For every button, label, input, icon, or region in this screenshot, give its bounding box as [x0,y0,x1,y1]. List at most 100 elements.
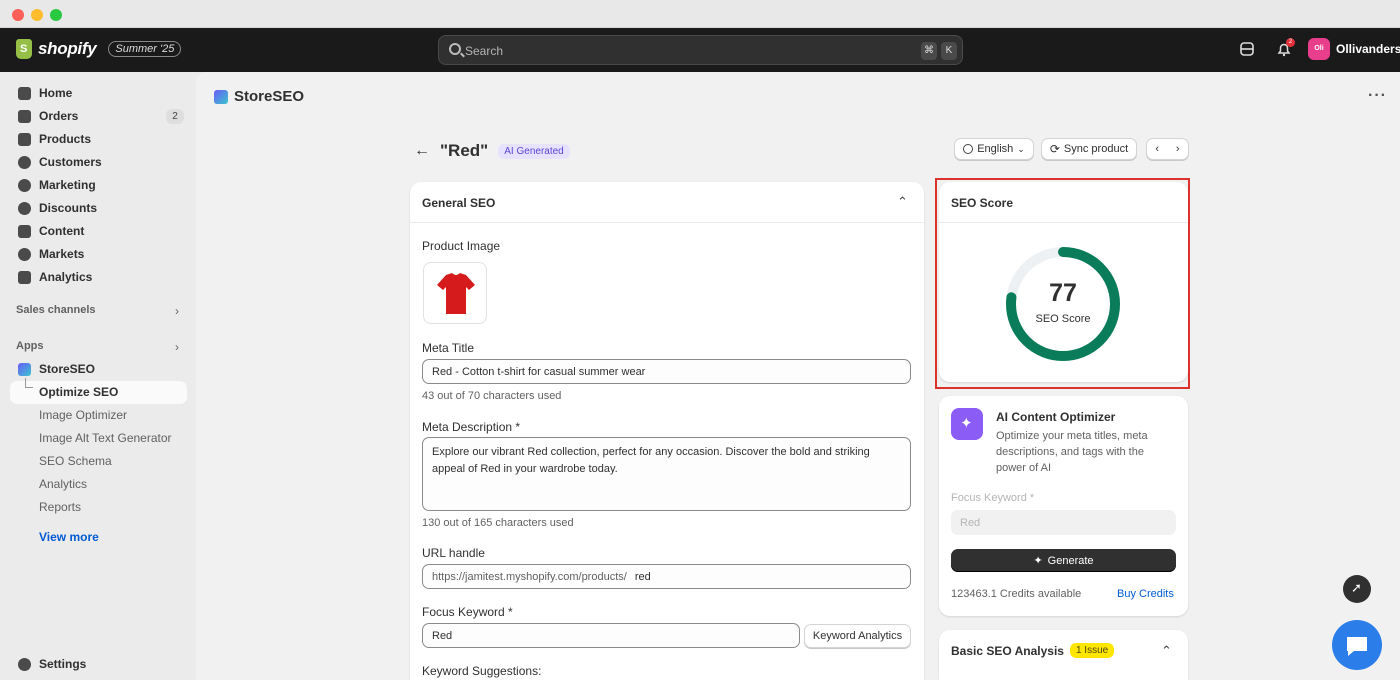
language-label: English [977,143,1014,155]
search-icon [449,43,461,55]
maximize-window-button[interactable] [50,9,62,21]
basic-seo-analysis-header[interactable]: Basic SEO Analysis 1 Issue [951,643,1115,658]
shopify-bag-icon [16,39,32,59]
previous-arrow-icon[interactable]: ‹ [1155,143,1159,155]
storeseo-app-icon [18,362,31,376]
ai-focus-keyword-input[interactable]: Red [951,510,1176,535]
search-input[interactable]: Search ⌘ K [438,35,963,65]
edition-badge: Summer '25 [108,41,182,57]
bar-chart-icon [18,270,31,284]
apps-heading[interactable]: Apps [16,340,44,352]
product-thumbnail[interactable] [423,262,487,324]
shortcut-key-k: K [941,42,957,60]
globe-icon [18,247,31,261]
ai-generated-badge: AI Generated [498,143,570,159]
pagination-buttons: ‹ › [1146,138,1189,160]
chevron-right-icon[interactable]: › [175,340,179,354]
content-icon [18,224,31,238]
sidebar-item-orders[interactable]: Orders [18,109,78,123]
url-prefix: https://jamitest.myshopify.com/products/ [432,571,627,583]
sidebar-subitem-seo-schema[interactable]: SEO Schema [39,454,112,468]
buy-credits-link[interactable]: Buy Credits [1117,588,1174,600]
avatar: Oli [1308,38,1330,60]
chevron-right-icon[interactable]: › [175,304,179,318]
app-title: StoreSEO [214,88,304,105]
sales-channels-heading[interactable]: Sales channels [16,304,96,316]
sparkle-icon: ✦ [1033,555,1043,567]
sidebar-item-home[interactable]: Home [18,86,72,100]
app-title-text: StoreSEO [234,88,305,105]
chevron-up-icon[interactable]: ⌃ [897,194,908,210]
chevron-down-icon: ⌄ [1017,143,1025,154]
ai-optimizer-description: Optimize your meta titles, meta descript… [996,430,1148,474]
sidebar-item-markets[interactable]: Markets [18,247,84,261]
issue-badge: 1 Issue [1069,643,1115,658]
url-handle-label: URL handle [422,546,485,560]
close-window-button[interactable] [12,9,24,21]
chat-icon [1347,637,1367,656]
person-icon [18,155,31,169]
language-select[interactable]: English ⌄ [954,138,1034,160]
sidebar-item-content[interactable]: Content [18,224,84,238]
sidebar-item-label: Marketing [39,178,96,192]
general-seo-heading: General SEO [422,196,496,210]
sidebar-item-label: Content [39,224,85,238]
more-options-icon[interactable]: ··· [1368,87,1387,105]
next-arrow-icon[interactable]: › [1176,143,1180,155]
sidebar-item-label: Home [39,86,73,100]
focus-keyword-input[interactable]: Red [422,623,800,648]
storeseo-logo-icon [214,89,228,104]
brand-name: shopify [38,39,97,58]
sidebar-item-storeseo[interactable]: StoreSEO [18,362,95,376]
ai-optimizer-title: AI Content Optimizer [996,410,1116,424]
discount-icon [18,201,31,215]
page-title: "Red" [440,141,489,160]
meta-title-input[interactable]: Red - Cotton t-shirt for casual summer w… [422,359,911,384]
target-icon [18,178,31,192]
sidebar-subitem-optimize-seo[interactable]: Optimize SEO [39,385,118,399]
orders-icon [18,109,31,123]
rocket-help-button[interactable]: ➚ [1343,575,1371,603]
meta-title-char-count: 43 out of 70 characters used [422,390,562,402]
chat-button[interactable] [1332,620,1382,670]
notification-count: 2 [1286,38,1295,47]
sidebar-item-customers[interactable]: Customers [18,155,102,169]
sync-icon: ⟳ [1049,142,1060,156]
shortcut-key-cmd: ⌘ [921,42,937,60]
orders-count-badge: 2 [166,109,184,124]
sidebar-item-label: Markets [39,247,85,261]
chevron-up-icon[interactable]: ⌃ [1161,643,1172,659]
minimize-window-button[interactable] [31,9,43,21]
meta-title-label: Meta Title [422,341,475,355]
sidebar-subitem-alt-text-generator[interactable]: Image Alt Text Generator [39,431,172,445]
sidebar-subitem-reports[interactable]: Reports [39,500,81,514]
sidebar-item-marketing[interactable]: Marketing [18,178,96,192]
sidebar-subitem-image-optimizer[interactable]: Image Optimizer [39,408,127,422]
shopify-logo[interactable]: shopify Summer '25 [16,39,182,59]
url-handle-input[interactable]: https://jamitest.myshopify.com/products/… [422,564,911,589]
red-tshirt-icon [437,273,475,314]
sparkle-icon [951,408,983,440]
product-image-label: Product Image [422,239,501,253]
keyword-analytics-label: Keyword Analytics [812,630,903,642]
meta-description-char-count: 130 out of 165 characters used [422,517,574,529]
keyword-analytics-button[interactable]: Keyword Analytics [804,624,911,648]
back-arrow-icon[interactable]: ← [414,142,430,160]
database-icon[interactable] [1239,41,1255,57]
user-menu[interactable]: Oli Ollivanders [1308,38,1400,60]
sync-product-button[interactable]: ⟳ Sync product [1041,138,1137,160]
tag-icon [18,132,31,146]
generate-button[interactable]: ✦ Generate [951,549,1176,572]
sidebar-item-settings[interactable]: Settings [18,657,86,671]
url-handle-value: red [634,571,651,583]
basic-seo-analysis-heading: Basic SEO Analysis [951,643,1064,658]
sidebar-item-analytics[interactable]: Analytics [18,270,92,284]
sidebar-item-label: Customers [39,155,102,169]
sidebar-item-label: Discounts [39,201,98,215]
sidebar-item-products[interactable]: Products [18,132,91,146]
admin-topbar: shopify Summer '25 Search ⌘ K 2 Oli Olli… [0,28,1400,72]
sidebar-item-discounts[interactable]: Discounts [18,201,97,215]
meta-description-textarea[interactable]: Explore our vibrant Red collection, perf… [422,437,911,511]
sidebar-subitem-analytics[interactable]: Analytics [39,477,87,491]
view-more-link[interactable]: View more [39,530,99,544]
